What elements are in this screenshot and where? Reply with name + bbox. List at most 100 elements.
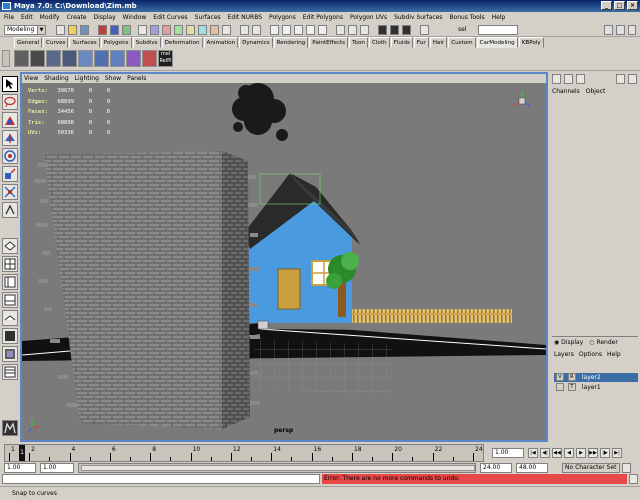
- shelf-tab-general[interactable]: General: [14, 37, 43, 48]
- panel-menu-lighting[interactable]: Lighting: [75, 74, 99, 83]
- menu-help[interactable]: Help: [492, 12, 506, 23]
- shelf-tab-fur[interactable]: Fur: [413, 37, 429, 48]
- single-pane-layout-icon[interactable]: [2, 238, 18, 254]
- channel-box-toggle-icon[interactable]: [552, 74, 561, 84]
- shelf-mel-icon[interactable]: mel RelPl: [158, 50, 173, 67]
- snap-point-icon[interactable]: [294, 25, 303, 35]
- shelf-tab-curves[interactable]: Curves: [43, 37, 69, 48]
- select-component-icon[interactable]: [122, 25, 131, 35]
- mask-rendering-icon[interactable]: [210, 25, 219, 35]
- current-time-marker[interactable]: 1: [19, 445, 25, 461]
- paint-select-tool-icon[interactable]: [2, 112, 18, 128]
- shelf-tab-animation[interactable]: Animation: [203, 37, 239, 48]
- shelf-tab-toon[interactable]: Toon: [349, 37, 368, 48]
- menu-modify[interactable]: Modify: [40, 12, 60, 23]
- layer-row[interactable]: T layer1: [554, 383, 638, 392]
- mask-joints-icon[interactable]: [150, 25, 159, 35]
- four-pane-layout-icon[interactable]: [2, 256, 18, 272]
- mask-misc-icon[interactable]: [222, 25, 231, 35]
- scale-tool-icon[interactable]: [2, 166, 18, 182]
- lasso-tool-icon[interactable]: [2, 94, 18, 110]
- perspective-viewport[interactable]: View Shading Lighting Show Panels Verts:…: [20, 72, 548, 442]
- graph-editor-layout-icon[interactable]: [2, 346, 18, 362]
- shelf-tool-icon-7[interactable]: [110, 50, 125, 67]
- shelf-tab-fluids[interactable]: Fluids: [390, 37, 413, 48]
- menu-file[interactable]: File: [4, 12, 14, 23]
- close-button[interactable]: ×: [627, 1, 638, 10]
- select-object-icon[interactable]: [110, 25, 119, 35]
- menu-bonus-tools[interactable]: Bonus Tools: [449, 12, 484, 23]
- persp-outliner-layout-icon[interactable]: [2, 274, 18, 290]
- mask-handles-icon[interactable]: [138, 25, 147, 35]
- render-globals-icon[interactable]: [402, 25, 411, 35]
- render-frame-icon[interactable]: [378, 25, 387, 35]
- open-scene-icon[interactable]: [68, 25, 77, 35]
- select-by-name-icon[interactable]: [420, 25, 429, 35]
- channel-menu-object[interactable]: Object: [586, 88, 606, 98]
- shelf-tab-subdivs[interactable]: Subdivs: [132, 37, 161, 48]
- channel-box-icon[interactable]: [628, 25, 636, 35]
- panel-menu-show[interactable]: Show: [105, 74, 121, 83]
- quick-selection-input[interactable]: [478, 25, 518, 35]
- persp-graph-layout-icon[interactable]: [2, 292, 18, 308]
- show-manipulator-icon[interactable]: [2, 202, 18, 218]
- playback-end-field[interactable]: 24.00: [480, 463, 512, 473]
- ipr-render-icon[interactable]: [390, 25, 399, 35]
- current-frame-field[interactable]: 1.00: [492, 448, 524, 458]
- layer-menu-layers[interactable]: Layers: [554, 351, 574, 358]
- highlight-selection-icon[interactable]: [252, 25, 261, 35]
- shelf-tool-icon-8[interactable]: [126, 50, 141, 67]
- construction-history-icon[interactable]: [360, 25, 369, 35]
- shelf-tab-painteffects[interactable]: PaintEffects: [309, 37, 349, 48]
- new-scene-icon[interactable]: [56, 25, 65, 35]
- shelf-tab-custom[interactable]: Custom: [448, 37, 476, 48]
- attribute-panel-icon[interactable]: [576, 74, 585, 84]
- animation-end-field[interactable]: 48.00: [516, 463, 548, 473]
- menu-edit-curves[interactable]: Edit Curves: [153, 12, 187, 23]
- shelf-tab-rendering[interactable]: Rendering: [273, 37, 309, 48]
- outliner-layout-icon[interactable]: [2, 364, 18, 380]
- panel-menu-shading[interactable]: Shading: [44, 74, 68, 83]
- character-set-select[interactable]: No Character Set: [562, 463, 620, 473]
- mel-command-input[interactable]: [2, 474, 320, 484]
- shelf-tab-surfaces[interactable]: Surfaces: [69, 37, 100, 48]
- hypershade-layout-icon[interactable]: [2, 310, 18, 326]
- mask-deformations-icon[interactable]: [186, 25, 195, 35]
- menu-edit-nurbs[interactable]: Edit NURBS: [228, 12, 262, 23]
- panel-option-icon-1[interactable]: [616, 74, 625, 84]
- shelf-tool-icon-3[interactable]: [46, 50, 61, 67]
- universal-manipulator-icon[interactable]: [2, 184, 18, 200]
- layer-display-type-toggle[interactable]: T: [567, 383, 576, 391]
- shelf-tab-cloth[interactable]: Cloth: [368, 37, 390, 48]
- panel-menu-panels[interactable]: Panels: [127, 74, 146, 83]
- menu-display[interactable]: Display: [94, 12, 116, 23]
- step-forward-button[interactable]: |▶: [600, 448, 610, 458]
- time-ruler[interactable]: 1 2 4 6 8 10 12 14 16 18 20 22 24 1: [4, 444, 484, 462]
- shelf-tab-deformation[interactable]: Deformation: [161, 37, 203, 48]
- menu-window[interactable]: Window: [123, 12, 147, 23]
- scene-view[interactable]: Verts: 39670 0 0 Edges: 68899 0 0 Faces: 34456 0 0 T…: [22, 83, 546, 440]
- layer-visibility-toggle[interactable]: [556, 383, 564, 391]
- render-layout-icon[interactable]: [2, 328, 18, 344]
- layer-menu-options[interactable]: Options: [579, 351, 602, 358]
- layer-display-type-toggle[interactable]: R: [567, 373, 576, 381]
- shelf-tab-hair[interactable]: Hair: [429, 37, 448, 48]
- mode-select[interactable]: Modeling ▼: [4, 25, 46, 35]
- output-ops-icon[interactable]: [348, 25, 357, 35]
- go-to-start-button[interactable]: |◀: [528, 448, 538, 458]
- animation-start-field[interactable]: 1.00: [4, 463, 36, 473]
- minimize-button[interactable]: _: [601, 1, 612, 10]
- render-layer-radio[interactable]: ○ Render: [589, 339, 618, 346]
- script-editor-icon[interactable]: [629, 474, 638, 484]
- menu-polygon-uvs[interactable]: Polygon UVs: [350, 12, 387, 23]
- menu-polygons[interactable]: Polygons: [269, 12, 296, 23]
- range-bar[interactable]: [78, 463, 476, 473]
- make-live-icon[interactable]: [318, 25, 327, 35]
- shelf-tool-icon-1[interactable]: [14, 50, 29, 67]
- shelf-tab-dynamics[interactable]: Dynamics: [239, 37, 273, 48]
- layer-editor-toggle-icon[interactable]: [564, 74, 573, 84]
- mask-curves-icon[interactable]: [162, 25, 171, 35]
- step-forward-key-button[interactable]: ▶▶: [588, 448, 598, 458]
- attribute-editor-icon[interactable]: [604, 25, 613, 35]
- menu-subdiv-surfaces[interactable]: Subdiv Surfaces: [394, 12, 442, 23]
